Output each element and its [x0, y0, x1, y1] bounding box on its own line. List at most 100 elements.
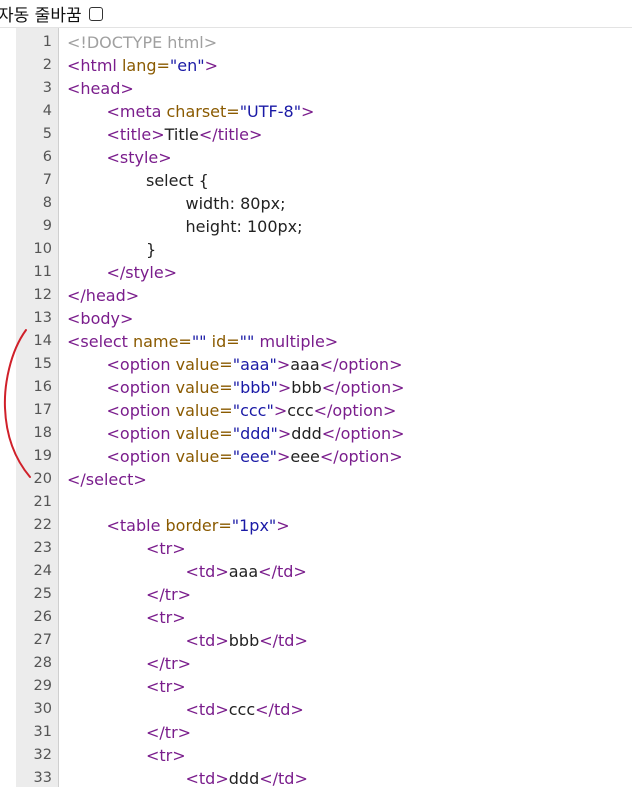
- code-text: <option value="bbb">bbb</option>: [107, 376, 405, 399]
- code-token: "en": [169, 56, 205, 75]
- line-number: 2: [42, 57, 52, 73]
- code-token: </head>: [67, 286, 140, 305]
- code-text: </tr>: [146, 652, 191, 675]
- code-text: <option value="ddd">ddd</option>: [107, 422, 405, 445]
- line-number: 15: [33, 356, 52, 372]
- line-number: 18: [33, 425, 52, 441]
- line-number: 3: [42, 80, 52, 96]
- line-number: 7: [42, 172, 52, 188]
- code-token: "": [191, 332, 207, 351]
- code-line: 5 <title>Title</title>: [16, 123, 632, 146]
- code-token: </tr>: [146, 585, 192, 604]
- code-token: <option: [106, 378, 176, 397]
- code-token: lang=: [121, 56, 170, 75]
- code-token: <option: [106, 424, 176, 443]
- code-text: <option value="eee">eee</option>: [107, 445, 403, 468]
- code-token: <option: [106, 447, 176, 466]
- code-text: </tr>: [146, 583, 191, 606]
- code-text: <table border="1px">: [107, 514, 290, 537]
- code-token: >: [276, 447, 291, 466]
- code-line: 16 <option value="bbb">bbb</option>: [16, 376, 632, 399]
- code-token: ccc: [228, 700, 256, 719]
- line-number: 19: [33, 448, 52, 464]
- line-number: 33: [33, 770, 52, 786]
- code-token: </option>: [319, 447, 403, 466]
- code-line: 31 </tr>: [16, 721, 632, 744]
- code-token: bbb: [228, 631, 260, 650]
- line-number: 11: [33, 264, 52, 280]
- code-token: </option>: [321, 424, 405, 443]
- code-line: 21: [16, 491, 632, 514]
- code-token: aaa: [228, 562, 259, 581]
- code-line: 12 </head>: [16, 284, 632, 307]
- code-line: 1 <!DOCTYPE html>: [16, 31, 632, 54]
- code-line: 7 select {: [16, 169, 632, 192]
- code-lines: 1 <!DOCTYPE html> 2 <html lang="en"> 3 <head>…: [16, 31, 632, 787]
- code-text: <head>: [67, 77, 134, 100]
- code-token: </td>: [255, 700, 304, 719]
- code-text: <tr>: [146, 675, 186, 698]
- code-token: >: [277, 424, 292, 443]
- code-token: "eee": [232, 447, 277, 466]
- code-token: <tr>: [146, 539, 186, 558]
- line-number: 27: [33, 632, 52, 648]
- code-token: <td>: [185, 631, 229, 650]
- code-text: <tr>: [146, 537, 186, 560]
- code-token: >: [273, 401, 288, 420]
- code-token: <html: [67, 56, 122, 75]
- code-token: >: [301, 102, 315, 121]
- code-text: <meta charset="UTF-8">: [107, 100, 315, 123]
- code-token: </td>: [259, 769, 308, 787]
- line-number: 29: [33, 678, 52, 694]
- code-token: <tr>: [146, 746, 186, 765]
- line-number: 26: [33, 609, 52, 625]
- line-number: 24: [33, 563, 52, 579]
- code-line: 28 </tr>: [16, 652, 632, 675]
- code-line: 6 <style>: [16, 146, 632, 169]
- code-token: "ddd": [232, 424, 278, 443]
- code-token: "bbb": [232, 378, 278, 397]
- code-text: <html lang="en">: [67, 54, 218, 77]
- line-number: 12: [33, 287, 52, 303]
- code-text: height: 100px;: [186, 215, 303, 238]
- code-token: value=: [175, 378, 233, 397]
- code-editor[interactable]: 1 <!DOCTYPE html> 2 <html lang="en"> 3 <head>…: [16, 28, 632, 787]
- code-text: select {: [146, 169, 209, 192]
- code-line: 2 <html lang="en">: [16, 54, 632, 77]
- code-text: <tr>: [146, 744, 186, 767]
- code-token: <tr>: [146, 677, 186, 696]
- code-token: name=: [133, 332, 192, 351]
- code-line: 3 <head>: [16, 77, 632, 100]
- code-token: <td>: [185, 700, 229, 719]
- code-line: 32 <tr>: [16, 744, 632, 767]
- code-token: </tr>: [146, 654, 192, 673]
- code-token: value=: [175, 424, 233, 443]
- code-token: value=: [175, 401, 233, 420]
- code-line: 25 </tr>: [16, 583, 632, 606]
- code-token: "": [239, 332, 255, 351]
- code-text: </head>: [67, 284, 139, 307]
- code-token: <!DOCTYPE html>: [67, 33, 218, 52]
- code-token: eee: [290, 447, 320, 466]
- code-token: border=: [165, 516, 232, 535]
- code-token: select {: [146, 171, 209, 190]
- line-number: 23: [33, 540, 52, 556]
- code-token: <select: [67, 332, 134, 351]
- code-token: id=: [211, 332, 240, 351]
- line-number: 1: [42, 34, 52, 50]
- code-token: >: [276, 355, 291, 374]
- code-text: <body>: [67, 307, 133, 330]
- line-number: 4: [42, 103, 52, 119]
- code-text: <title>Title</title>: [107, 123, 263, 146]
- code-token: }: [146, 240, 157, 259]
- code-token: <td>: [185, 769, 229, 787]
- word-wrap-checkbox[interactable]: [88, 6, 103, 21]
- word-wrap-label: 자동 줄바꿈: [0, 6, 82, 26]
- code-token: <body>: [67, 309, 134, 328]
- code-token: ccc: [287, 401, 314, 420]
- code-line: 11 </style>: [16, 261, 632, 284]
- code-text: <td>ccc</td>: [186, 698, 304, 721]
- code-token: </title>: [198, 125, 263, 144]
- code-token: <option: [106, 355, 176, 374]
- code-line: 27 <td>bbb</td>: [16, 629, 632, 652]
